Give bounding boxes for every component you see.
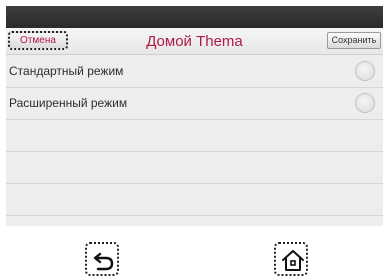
radio-button-extended[interactable] (355, 93, 375, 113)
option-row-standard[interactable]: Стандартный режим (6, 56, 383, 88)
home-button[interactable] (274, 242, 308, 276)
header-bar: Домой Thema Отмена Сохранить (6, 28, 383, 55)
option-row-extended[interactable]: Расширенный режим (6, 88, 383, 120)
cancel-button[interactable]: Отмена (8, 31, 68, 50)
home-icon (282, 250, 304, 271)
back-button[interactable] (85, 242, 119, 276)
empty-row (6, 120, 383, 152)
empty-row (6, 152, 383, 184)
radio-button-standard[interactable] (355, 61, 375, 81)
save-button[interactable]: Сохранить (327, 32, 381, 49)
back-arrow-icon (93, 252, 114, 271)
app-screen: Домой Thema Отмена Сохранить Стандартный… (6, 6, 383, 226)
option-label: Расширенный режим (9, 96, 128, 110)
empty-row (6, 184, 383, 216)
option-label: Стандартный режим (9, 64, 124, 78)
status-bar (6, 6, 383, 28)
